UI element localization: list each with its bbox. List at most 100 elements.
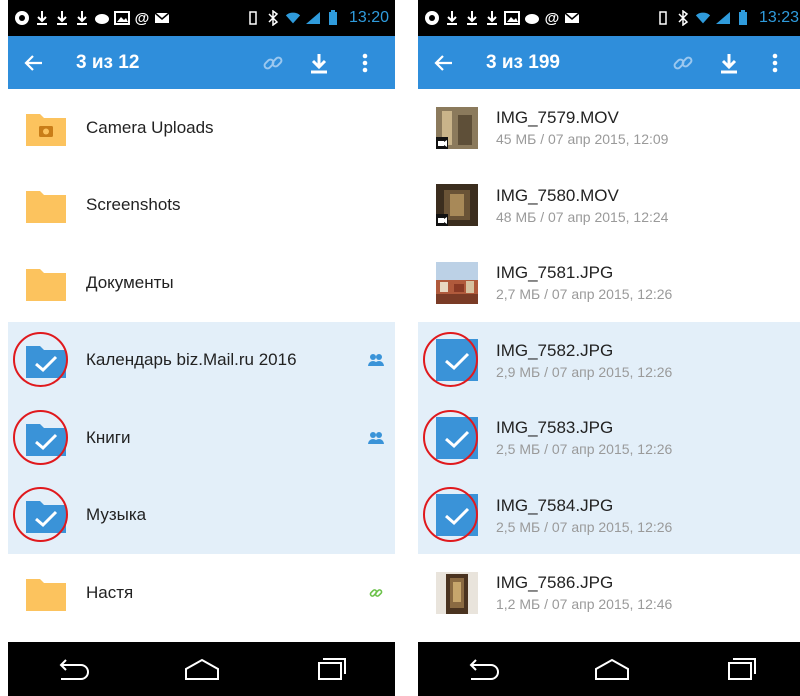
battery-icon — [325, 10, 341, 26]
list-item[interactable]: IMG_7586.JPG 1,2 МБ / 07 апр 2015, 12:46 — [418, 554, 800, 632]
bug-icon — [424, 10, 440, 26]
overflow-menu-button[interactable] — [755, 43, 795, 83]
wifi-icon — [285, 10, 301, 26]
item-name: Книги — [86, 427, 131, 447]
back-button[interactable] — [18, 47, 50, 79]
list-item[interactable]: IMG_7581.JPG 2,7 МБ / 07 апр 2015, 12:26 — [418, 244, 800, 322]
nav-back-button[interactable] — [459, 651, 507, 687]
list-item-selected[interactable]: IMG_7582.JPG 2,9 МБ / 07 апр 2015, 12:26 — [418, 321, 800, 399]
more-vert-icon — [772, 53, 778, 72]
link-icon — [673, 56, 693, 69]
download-icon — [484, 10, 500, 26]
video-thumbnail — [436, 184, 478, 227]
file-meta: 1,2 МБ / 07 апр 2015, 12:46 — [496, 596, 673, 613]
more-vert-icon — [362, 53, 368, 72]
battery-icon — [735, 10, 751, 26]
download-icon — [464, 10, 480, 26]
bluetooth-icon — [265, 10, 281, 26]
home-icon — [184, 658, 219, 680]
status-time: 13:20 — [348, 9, 389, 26]
signal-icon — [715, 10, 731, 26]
link-icon — [365, 582, 387, 604]
selection-count: 3 из 12 — [76, 51, 140, 73]
list-item-selected[interactable]: Музыка — [8, 476, 395, 554]
phone-screen-files: @ 13:23 3 из 199 IMG_7579.MOV 45 МБ / 07… — [418, 0, 800, 696]
share-link-button[interactable] — [663, 43, 703, 83]
download-icon — [444, 10, 460, 26]
download-icon — [311, 53, 327, 73]
file-name: IMG_7580.MOV — [496, 185, 619, 205]
item-name: Camera Uploads — [86, 117, 214, 137]
file-name: IMG_7586.JPG — [496, 573, 614, 593]
list-item[interactable]: Настя — [8, 554, 395, 632]
bluetooth-icon — [675, 10, 691, 26]
list-item-selected[interactable]: IMG_7584.JPG 2,5 МБ / 07 апр 2015, 12:26 — [418, 476, 800, 554]
folder-icon — [24, 261, 68, 305]
status-time: 13:23 — [758, 9, 799, 26]
status-bar: @ 13:20 — [8, 0, 395, 36]
photo-thumbnail — [436, 261, 478, 304]
mail-icon — [564, 10, 580, 26]
download-icon — [54, 10, 70, 26]
folder-check-icon — [24, 416, 68, 460]
overflow-menu-button[interactable] — [345, 43, 385, 83]
file-meta: 45 МБ / 07 апр 2015, 12:09 — [496, 131, 669, 148]
file-meta: 48 МБ / 07 апр 2015, 12:24 — [496, 208, 669, 225]
file-name: IMG_7579.MOV — [496, 108, 619, 128]
download-button[interactable] — [299, 43, 339, 83]
list-item[interactable]: IMG_7580.MOV 48 МБ / 07 апр 2015, 12:24 — [418, 167, 800, 245]
action-bar: 3 из 199 — [418, 36, 800, 89]
file-list: IMG_7579.MOV 45 МБ / 07 апр 2015, 12:09 I… — [418, 89, 800, 642]
item-name: Музыка — [86, 505, 147, 525]
at-icon: @ — [544, 9, 560, 27]
folder-list: Camera Uploads Screenshots Документы Кал… — [8, 89, 395, 642]
list-item-selected[interactable]: Книги — [8, 399, 395, 477]
nav-bar — [418, 642, 800, 696]
download-icon — [74, 10, 90, 26]
download-icon — [721, 53, 737, 73]
list-item[interactable]: Screenshots — [8, 167, 395, 245]
list-item[interactable]: Camera Uploads — [8, 89, 395, 167]
list-item-selected[interactable]: Календарь biz.Mail.ru 2016 — [8, 321, 395, 399]
status-bar: @ 13:23 — [418, 0, 800, 36]
nav-home-button[interactable] — [588, 651, 636, 687]
list-item[interactable]: Документы — [8, 244, 395, 322]
video-thumbnail — [436, 106, 478, 149]
image-icon — [114, 10, 130, 26]
file-meta: 2,9 МБ / 07 апр 2015, 12:26 — [496, 363, 673, 380]
nav-recents-button[interactable] — [717, 651, 765, 687]
check-thumbnail — [436, 416, 478, 459]
wifi-icon — [695, 10, 711, 26]
file-meta: 2,5 МБ / 07 апр 2015, 12:26 — [496, 441, 673, 458]
nav-back-button[interactable] — [49, 651, 97, 687]
camera-folder-icon — [24, 106, 68, 150]
arrow-left-icon — [434, 54, 452, 71]
folder-icon — [24, 183, 68, 227]
recents-icon — [727, 658, 756, 680]
file-name: IMG_7582.JPG — [496, 340, 614, 360]
nav-recents-button[interactable] — [307, 651, 355, 687]
back-button[interactable] — [428, 47, 460, 79]
bug-icon — [14, 10, 30, 26]
file-name: IMG_7583.JPG — [496, 418, 614, 438]
check-thumbnail — [436, 339, 478, 382]
list-item-selected[interactable]: IMG_7583.JPG 2,5 МБ / 07 апр 2015, 12:26 — [418, 399, 800, 477]
signal-icon — [305, 10, 321, 26]
share-link-button[interactable] — [253, 43, 293, 83]
list-item[interactable]: IMG_7579.MOV 45 МБ / 07 апр 2015, 12:09 — [418, 89, 800, 167]
nav-home-button[interactable] — [178, 651, 226, 687]
arrow-left-icon — [24, 54, 42, 71]
download-button[interactable] — [709, 43, 749, 83]
image-icon — [504, 10, 520, 26]
item-name: Настя — [86, 582, 134, 602]
folder-check-icon — [24, 493, 68, 537]
cloud-icon — [94, 10, 110, 26]
file-meta: 2,5 МБ / 07 апр 2015, 12:26 — [496, 518, 673, 535]
phone-screen-folders: @ 13:20 3 из 12 Camera Uploads Screensho… — [8, 0, 395, 696]
action-bar: 3 из 12 — [8, 36, 395, 89]
shared-users-icon — [365, 349, 387, 371]
file-name: IMG_7584.JPG — [496, 495, 614, 515]
download-icon — [34, 10, 50, 26]
at-icon: @ — [134, 9, 150, 27]
item-name: Screenshots — [86, 195, 181, 215]
